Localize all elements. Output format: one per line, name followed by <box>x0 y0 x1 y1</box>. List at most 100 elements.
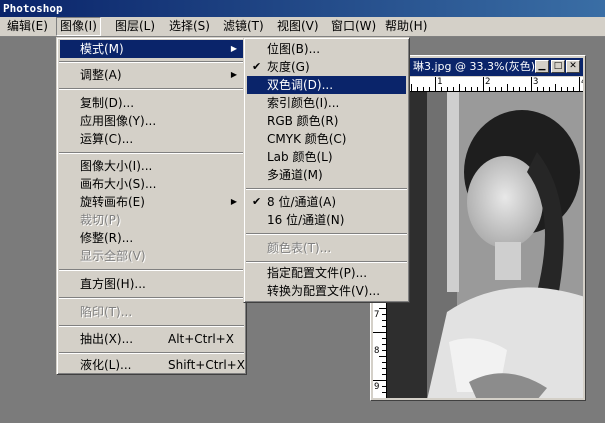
submenu-arrow-icon: ▶ <box>230 70 237 79</box>
menu-item-calculations[interactable]: 运算(C)... <box>60 130 243 148</box>
close-button[interactable]: ✕ <box>566 60 580 73</box>
ruler-tick <box>567 87 568 91</box>
menu-item-label: 颜色表(T)... <box>267 241 332 255</box>
menu-item-lab-color[interactable]: Lab 颜色(L) <box>247 148 406 166</box>
ruler-tick <box>483 77 484 91</box>
menu-item-shortcut: Alt+Ctrl+X <box>168 332 234 346</box>
ruler-number: 3 <box>533 77 539 87</box>
menu-item-indexed-color[interactable]: 索引颜色(I)... <box>247 94 406 112</box>
menu-item-adjust[interactable]: 调整(A) ▶ <box>60 66 243 84</box>
ruler-tick <box>382 350 386 351</box>
menu-item-label: 索引颜色(I)... <box>267 96 340 110</box>
menu-item-shortcut: Shift+Ctrl+X <box>168 358 245 372</box>
menu-item-crop: 裁切(P) <box>60 211 243 229</box>
menu-item-mode[interactable]: 模式(M) ▶ <box>60 40 243 58</box>
ruler-tick <box>382 386 386 387</box>
ruler-tick <box>477 87 478 91</box>
ruler-tick <box>579 77 580 91</box>
image-canvas[interactable] <box>387 92 583 398</box>
menu-item-image-size[interactable]: 图像大小(I)... <box>60 157 243 175</box>
ruler-tick <box>382 344 386 345</box>
ruler-number: 4 <box>581 77 583 87</box>
menu-bar: 编辑(E) 图像(I) 图层(L) 选择(S) 滤镜(T) 视图(V) 窗口(W… <box>0 17 605 37</box>
ruler-tick <box>549 87 550 91</box>
menu-item-rgb-color[interactable]: RGB 颜色(R) <box>247 112 406 130</box>
ruler-tick <box>561 87 562 91</box>
menu-separator <box>246 261 407 263</box>
submenu-arrow-icon: ▶ <box>230 197 237 206</box>
minimize-button[interactable]: ▁ <box>535 60 549 73</box>
mode-submenu: 位图(B)... ✔ 灰度(G) 双色调(D)... 索引颜色(I)... RG… <box>243 37 410 303</box>
menu-item-label: 指定配置文件(P)... <box>267 266 368 280</box>
menu-separator <box>246 233 407 235</box>
menu-item-apply-image[interactable]: 应用图像(Y)... <box>60 112 243 130</box>
menu-layer[interactable]: 图层(L) <box>112 17 158 36</box>
ruler-number: 8 <box>374 346 380 356</box>
ruler-tick <box>525 87 526 91</box>
menu-item-assign-profile[interactable]: 指定配置文件(P)... <box>247 264 406 282</box>
checkmark-icon: ✔ <box>252 195 262 208</box>
ruler-number: 2 <box>485 77 491 87</box>
menu-item-grayscale[interactable]: ✔ 灰度(G) <box>247 58 406 76</box>
ruler-tick <box>379 356 386 357</box>
ruler-tick <box>501 87 502 91</box>
menu-item-label: 运算(C)... <box>80 132 134 146</box>
menu-item-label: 双色调(D)... <box>267 78 334 92</box>
ruler-tick <box>373 380 386 381</box>
ruler-tick <box>373 332 386 333</box>
ruler-tick <box>465 87 466 91</box>
menu-image[interactable]: 图像(I) <box>56 17 101 36</box>
menu-item-histogram[interactable]: 直方图(H)... <box>60 275 243 293</box>
menu-item-multichannel[interactable]: 多通道(M) <box>247 166 406 184</box>
menu-item-liquify[interactable]: 液化(L)... Shift+Ctrl+X <box>60 356 245 374</box>
menu-window[interactable]: 窗口(W) <box>328 17 379 36</box>
ruler-tick <box>495 87 496 91</box>
menu-view[interactable]: 视图(V) <box>274 17 322 36</box>
ruler-number: 7 <box>374 310 380 320</box>
ruler-tick <box>417 87 418 91</box>
menu-item-trap: 陷印(T)... <box>60 303 243 321</box>
image-menu-dropdown: 模式(M) ▶ 调整(A) ▶ 复制(D)... 应用图像(Y)... 运算(C… <box>56 37 247 375</box>
menu-item-convert-profile[interactable]: 转换为配置文件(V)... <box>247 282 406 300</box>
menu-edit[interactable]: 编辑(E) <box>4 17 51 36</box>
menu-separator <box>59 297 244 299</box>
menu-item-label: 显示全部(V) <box>80 249 146 263</box>
ruler-tick <box>471 87 472 91</box>
menu-filter[interactable]: 滤镜(T) <box>220 17 267 36</box>
menu-item-duotone[interactable]: 双色调(D)... <box>247 76 406 94</box>
menu-item-rotate-canvas[interactable]: 旋转画布(E) ▶ <box>60 193 243 211</box>
ruler-tick <box>519 87 520 91</box>
maximize-button[interactable]: □ <box>551 60 565 73</box>
menu-item-canvas-size[interactable]: 画布大小(S)... <box>60 175 243 193</box>
ruler-tick <box>435 77 436 91</box>
menu-item-duplicate[interactable]: 复制(D)... <box>60 94 243 112</box>
menu-item-label: 直方图(H)... <box>80 277 146 291</box>
menu-item-label: 转换为配置文件(V)... <box>267 284 381 298</box>
ruler-tick <box>382 338 386 339</box>
menu-item-bitmap[interactable]: 位图(B)... <box>247 40 406 58</box>
ruler-tick <box>382 362 386 363</box>
menu-item-cmyk-color[interactable]: CMYK 颜色(C) <box>247 130 406 148</box>
ruler-tick <box>573 87 574 91</box>
menu-item-label: RGB 颜色(R) <box>267 114 339 128</box>
menu-item-label: 复制(D)... <box>80 96 135 110</box>
menu-item-16-bit[interactable]: 16 位/通道(N) <box>247 211 406 229</box>
menu-separator <box>246 188 407 190</box>
menu-item-label: 16 位/通道(N) <box>267 213 345 227</box>
ruler-tick <box>382 320 386 321</box>
menu-select[interactable]: 选择(S) <box>166 17 213 36</box>
menu-item-label: 位图(B)... <box>267 42 321 56</box>
menu-item-8-bit[interactable]: ✔ 8 位/通道(A) <box>247 193 406 211</box>
menu-item-label: 图像大小(I)... <box>80 159 153 173</box>
ruler-tick <box>382 374 386 375</box>
menu-item-label: 裁切(P) <box>80 213 121 227</box>
menu-item-trim[interactable]: 修整(R)... <box>60 229 243 247</box>
ruler-tick <box>382 368 386 369</box>
ruler-tick <box>531 77 532 91</box>
menu-item-label: 抽出(X)... <box>80 332 134 346</box>
menu-item-label: 模式(M) <box>80 42 124 56</box>
horizontal-ruler: 01234 <box>387 77 583 92</box>
menu-item-extract[interactable]: 抽出(X)... Alt+Ctrl+X <box>60 330 243 348</box>
menu-separator <box>59 152 244 154</box>
menu-help[interactable]: 帮助(H) <box>382 17 430 36</box>
